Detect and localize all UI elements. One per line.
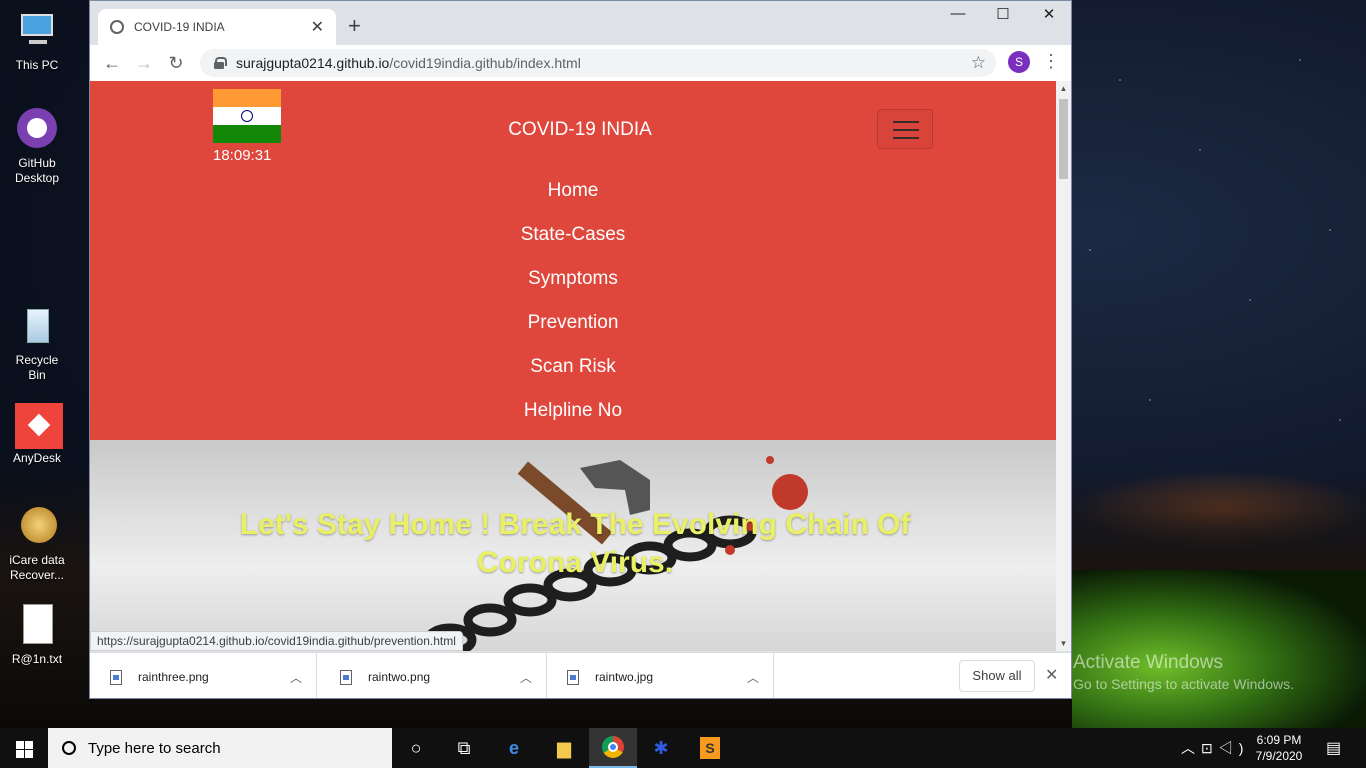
search-placeholder: Type here to search <box>88 739 221 757</box>
show-all-button[interactable]: Show all <box>959 660 1035 692</box>
desktop-icon-label: iCare data Recover... <box>9 553 65 582</box>
page-scrollbar[interactable]: ▲ ▼ <box>1056 81 1071 651</box>
hero-headline: Let's Stay Home ! Break The Evolving Cha… <box>239 508 911 579</box>
download-filename: raintwo.jpg <box>595 670 654 684</box>
activate-windows-watermark: Activate Windows Go to Settings to activ… <box>1073 652 1294 692</box>
desktop-icon-label: R@1n.txt <box>11 652 63 666</box>
hero-banner: Let's Stay Home ! Break The Evolving Cha… <box>90 440 1056 651</box>
desktop-icon-this-pc[interactable]: This PC <box>6 10 68 73</box>
reload-button[interactable]: ↻ <box>160 53 192 74</box>
bookmark-star-icon[interactable]: ☆ <box>971 53 986 73</box>
forward-button[interactable]: → <box>128 53 160 74</box>
desktop-icon-icare[interactable]: iCare data Recover... <box>6 505 68 583</box>
icare-icon <box>15 505 59 549</box>
ashoka-chakra-icon <box>241 110 253 122</box>
status-url-bubble: https://surajgupta0214.github.io/covid19… <box>90 631 463 651</box>
india-flag-image <box>213 89 281 143</box>
browser-window: COVID-19 INDIA ✕ + — ☐ ✕ ← → ↻ surajgupt… <box>89 0 1072 699</box>
taskbar-search-box[interactable]: Type here to search <box>48 728 392 768</box>
nav-link-scan-risk[interactable]: Scan Risk <box>90 347 1056 391</box>
edge-icon[interactable]: e <box>490 728 538 768</box>
desktop-icon-label: GitHub Desktop <box>14 156 60 185</box>
nav-link-helpline[interactable]: Helpline No <box>90 391 1056 435</box>
desktop-icon-text-file[interactable]: R@1n.txt <box>6 604 68 667</box>
tray-time: 6:09 PM <box>1256 733 1302 747</box>
desktop-icon-recycle-bin[interactable]: Recycle Bin <box>6 305 68 383</box>
taskbar: Type here to search ○ ⧉ e ▆ ✱ S ︿⊡◁) 6:0… <box>0 728 1366 768</box>
close-shelf-icon[interactable]: ✕ <box>1045 665 1058 685</box>
download-item[interactable]: raintwo.jpg ︿ <box>547 653 774 698</box>
recycle-bin-icon <box>15 305 59 349</box>
menu-kebab-icon[interactable]: ⋮ <box>1042 51 1060 72</box>
profile-avatar[interactable]: S <box>1008 51 1030 73</box>
github-icon <box>15 108 59 152</box>
file-explorer-icon[interactable]: ▆ <box>540 728 588 768</box>
desktop-icon-label: This PC <box>15 58 59 72</box>
chevron-up-icon[interactable]: ︿ <box>506 669 546 686</box>
close-window-button[interactable]: ✕ <box>1026 5 1071 23</box>
notification-icon[interactable]: ▤ <box>1326 738 1341 758</box>
address-bar[interactable]: surajgupta0214.github.io /covid19india.g… <box>200 49 996 77</box>
maximize-button[interactable]: ☐ <box>980 5 1026 23</box>
desktop-tent <box>1072 570 1366 730</box>
scroll-up-arrow-icon[interactable]: ▲ <box>1056 81 1071 96</box>
back-button[interactable]: ← <box>96 53 128 74</box>
tab-title: COVID-19 INDIA <box>134 20 225 34</box>
download-item[interactable]: raintwo.png ︿ <box>320 653 547 698</box>
task-view-icon[interactable]: ⧉ <box>440 728 488 768</box>
close-tab-icon[interactable]: ✕ <box>311 17 324 37</box>
activate-title: Activate Windows <box>1073 652 1223 673</box>
start-button[interactable] <box>0 728 48 768</box>
browser-toolbar: ← → ↻ surajgupta0214.github.io /covid19i… <box>90 45 1071 81</box>
download-shelf: rainthree.png ︿ raintwo.png ︿ raintwo.jp… <box>90 652 1071 698</box>
desktop-icon-label: AnyDesk <box>12 451 62 465</box>
cortana-icon[interactable]: ○ <box>392 728 440 768</box>
live-clock: 18:09:31 <box>213 147 272 164</box>
image-file-icon <box>110 669 122 685</box>
image-file-icon <box>340 669 352 685</box>
new-tab-button[interactable]: + <box>348 13 361 39</box>
download-item[interactable]: rainthree.png ︿ <box>90 653 317 698</box>
computer-icon <box>15 10 59 54</box>
activate-subtitle: Go to Settings to activate Windows. <box>1073 676 1294 692</box>
image-file-icon <box>567 669 579 685</box>
anydesk-icon <box>15 403 63 449</box>
scroll-thumb[interactable] <box>1059 99 1068 179</box>
download-filename: rainthree.png <box>138 670 209 684</box>
nav-menu: Home State-Cases Symptoms Prevention Sca… <box>90 171 1056 435</box>
nav-link-home[interactable]: Home <box>90 171 1056 215</box>
site-brand[interactable]: COVID-19 INDIA <box>480 119 680 141</box>
nav-link-symptoms[interactable]: Symptoms <box>90 259 1056 303</box>
sublime-text-icon[interactable]: S <box>686 728 734 768</box>
site-navbar: 18:09:31 COVID-19 INDIA Home State-Cases… <box>90 81 1056 440</box>
lock-icon <box>214 57 227 69</box>
chevron-up-icon[interactable]: ︿ <box>733 669 773 686</box>
desktop-icon-anydesk[interactable]: AnyDesk <box>6 403 68 466</box>
desktop-icon-label: Recycle Bin <box>15 353 59 382</box>
tray-date: 7/9/2020 <box>1255 749 1303 763</box>
chrome-icon[interactable] <box>589 728 637 768</box>
clock-area[interactable]: 6:09 PM 7/9/2020 <box>1249 732 1309 764</box>
search-icon <box>62 741 76 755</box>
navbar-toggler-button[interactable] <box>877 109 933 149</box>
download-filename: raintwo.png <box>368 670 431 684</box>
tray-icons[interactable]: ︿⊡◁) <box>1181 738 1249 758</box>
nav-link-state-cases[interactable]: State-Cases <box>90 215 1056 259</box>
scroll-down-arrow-icon[interactable]: ▼ <box>1056 636 1071 651</box>
minimize-button[interactable]: — <box>935 5 981 22</box>
globe-icon <box>110 20 124 34</box>
browser-tab[interactable]: COVID-19 INDIA ✕ <box>98 9 336 45</box>
chevron-up-icon[interactable]: ︿ <box>276 669 316 686</box>
game-app-icon[interactable]: ✱ <box>637 728 685 768</box>
page-viewport: 18:09:31 COVID-19 INDIA Home State-Cases… <box>90 81 1071 651</box>
nav-link-prevention[interactable]: Prevention <box>90 303 1056 347</box>
url-host: surajgupta0214.github.io <box>236 55 390 71</box>
text-file-icon <box>15 604 59 648</box>
url-path: /covid19india.github/index.html <box>389 55 581 71</box>
desktop-icon-github[interactable]: GitHub Desktop <box>6 108 68 186</box>
tab-strip: COVID-19 INDIA ✕ + — ☐ ✕ <box>90 1 1071 45</box>
